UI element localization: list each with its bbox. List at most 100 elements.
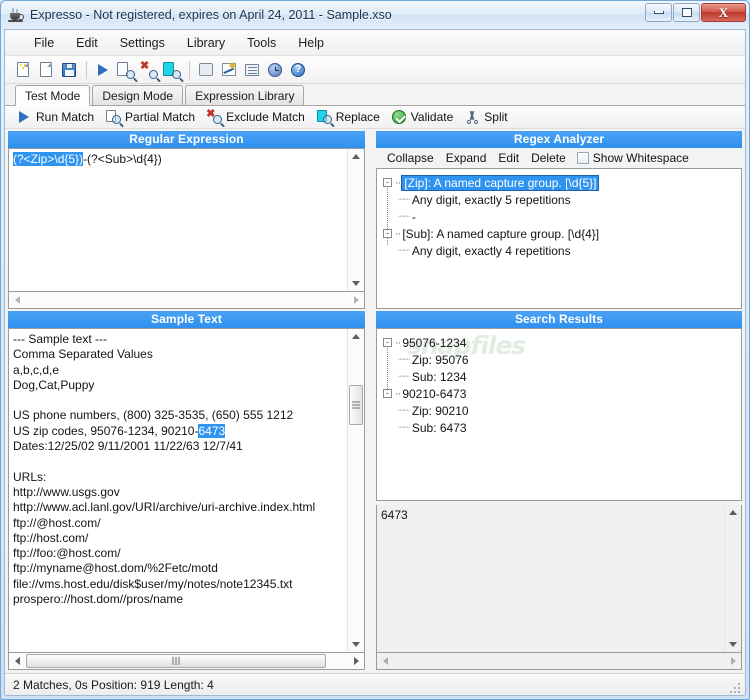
menu-tools[interactable]: Tools	[236, 33, 287, 53]
library-book-icon[interactable]	[195, 59, 217, 81]
result-group-2-zip[interactable]: ┈┈ Zip: 90210	[383, 402, 737, 419]
sample-hscroll-right-button[interactable]	[348, 654, 364, 669]
help-icon[interactable]: ?	[287, 59, 309, 81]
result-child-connector-3: ┈┈	[398, 405, 410, 417]
sample-scroll-down-button[interactable]	[348, 637, 364, 652]
tree-node-literal-label: -	[411, 209, 416, 224]
validate-button[interactable]: Validate	[388, 108, 459, 126]
sample-hscroll-left-button[interactable]	[9, 654, 25, 669]
tree-child-sub-label: Any digit, exactly 4 repetitions	[411, 243, 571, 258]
sample-text-input[interactable]: --- Sample text --- Comma Separated Valu…	[9, 329, 347, 652]
tree-child-zip-digits[interactable]: ┈┈ Any digit, exactly 5 repetitions	[383, 191, 737, 208]
result-match-2[interactable]: - ·· 90210-6473	[383, 385, 737, 402]
design-chart-icon[interactable]	[218, 59, 240, 81]
result-group-1-zip[interactable]: ┈┈ Zip: 95076	[383, 351, 737, 368]
new-document-icon[interactable]	[12, 59, 34, 81]
tree-node-literal-dash[interactable]: ┈┈ -	[383, 208, 737, 225]
delete-button[interactable]: Delete	[525, 150, 572, 166]
exclude-match-button[interactable]: ✖ Exclude Match	[203, 108, 311, 126]
result-child-connector-4: ┈┈	[398, 422, 410, 434]
regex-hscroll-right-button[interactable]	[348, 293, 364, 308]
sample-text-vertical-scrollbar[interactable]	[347, 329, 364, 652]
sample-scroll-up-button[interactable]	[348, 329, 364, 344]
open-document-icon[interactable]	[35, 59, 57, 81]
resize-grip-icon[interactable]	[730, 681, 742, 693]
result-group-1-sub[interactable]: ┈┈ Sub: 1234	[383, 368, 737, 385]
tab-expression-library[interactable]: Expression Library	[185, 85, 305, 105]
sample-text-title: Sample Text	[8, 311, 365, 328]
close-button[interactable]: X	[701, 3, 746, 22]
status-bar: 2 Matches, 0s Position: 919 Length: 4	[5, 673, 745, 695]
sample-text-hscroll-thumb[interactable]	[26, 654, 326, 668]
menu-settings[interactable]: Settings	[109, 33, 176, 53]
detail-scroll-up-button[interactable]	[725, 505, 741, 520]
regex-vertical-scrollbar[interactable]	[347, 149, 364, 291]
tree-child-connector-2: ┈┈	[398, 245, 410, 257]
run-match-icon[interactable]	[92, 59, 114, 81]
partial-match-button[interactable]: Partial Match	[102, 108, 201, 126]
history-clock-icon[interactable]	[264, 59, 286, 81]
edit-button[interactable]: Edit	[492, 150, 525, 166]
match-detail-body: 6473	[376, 505, 742, 653]
sample-text-scroll-thumb[interactable]	[349, 385, 363, 425]
minimize-button[interactable]	[645, 3, 672, 22]
sample-text-horizontal-scrollbar[interactable]	[8, 653, 365, 670]
replace-icon[interactable]	[161, 59, 183, 81]
search-results-panel: Search Results snapfiles - ·· 95076-1234	[376, 311, 742, 501]
tree-expander-zip[interactable]: -	[383, 178, 392, 187]
menu-edit[interactable]: Edit	[65, 33, 109, 53]
detail-scroll-down-button[interactable]	[725, 637, 741, 652]
analyzer-subtoolbar: Collapse Expand Edit Delete Show Whitesp…	[376, 148, 742, 168]
tab-design-mode[interactable]: Design Mode	[92, 85, 184, 105]
regex-horizontal-scrollbar[interactable]	[8, 292, 365, 309]
regex-rest-text: -(?<Sub>\d{4})	[83, 152, 162, 166]
tab-test-mode[interactable]: Test Mode	[15, 85, 91, 106]
match-detail-text[interactable]: 6473	[377, 505, 724, 652]
menu-bar: File Edit Settings Library Tools Help	[5, 30, 745, 56]
split-button[interactable]: Split	[461, 108, 513, 126]
result-expander-2[interactable]: -	[383, 389, 392, 398]
tree-expander-sub[interactable]: -	[383, 229, 392, 238]
menu-file[interactable]: File	[23, 33, 65, 53]
result-child-connector-2: ┈┈	[398, 371, 410, 383]
search-results-tree[interactable]: - ·· 95076-1234 ┈┈ Zip: 95076 ┈┈ Sub: 12…	[377, 329, 741, 500]
match-detail-horizontal-scrollbar[interactable]	[376, 653, 742, 670]
expand-button[interactable]: Expand	[440, 150, 493, 166]
partial-match-icon[interactable]	[115, 59, 137, 81]
tree-node-sub[interactable]: - ·· [Sub]: A named capture group. [\d{4…	[383, 225, 737, 242]
show-whitespace-checkbox[interactable]	[576, 152, 589, 164]
exclude-match-icon[interactable]: ✖	[138, 59, 160, 81]
replace-button[interactable]: Replace	[313, 108, 386, 126]
tree-child-sub-digits[interactable]: ┈┈ Any digit, exactly 4 repetitions	[383, 242, 737, 259]
main-split: Regular Expression (?<Zip>\d{5})-(?<Sub>…	[5, 129, 745, 673]
split-label: Split	[484, 110, 508, 124]
regex-hscroll-left-button[interactable]	[9, 293, 25, 308]
menu-help[interactable]: Help	[287, 33, 335, 53]
partial-match-icon	[105, 109, 122, 125]
regex-scroll-down-button[interactable]	[348, 276, 364, 291]
search-results-body: snapfiles - ·· 95076-1234 ┈┈ Zip: 95076	[376, 328, 742, 501]
tree-node-zip[interactable]: - ·· [Zip]: A named capture group. [\d{5…	[383, 174, 737, 191]
notes-icon[interactable]	[241, 59, 263, 81]
run-match-button[interactable]: Run Match	[13, 108, 100, 126]
regular-expression-body: (?<Zip>\d{5})-(?<Sub>\d{4})	[8, 148, 365, 292]
detail-hscroll-left-button[interactable]	[377, 654, 393, 669]
regex-analyzer-title: Regex Analyzer	[376, 131, 742, 148]
maximize-button[interactable]	[673, 3, 700, 22]
close-icon: X	[718, 5, 729, 20]
play-icon	[16, 109, 32, 125]
result-match-1[interactable]: - ·· 95076-1234	[383, 334, 737, 351]
regex-selected-text: (?<Zip>\d{5})	[13, 152, 84, 166]
result-group-2-sub[interactable]: ┈┈ Sub: 6473	[383, 419, 737, 436]
menu-library[interactable]: Library	[176, 33, 236, 53]
collapse-button[interactable]: Collapse	[381, 150, 440, 166]
result-expander-1[interactable]: -	[383, 338, 392, 347]
match-detail-vertical-scrollbar[interactable]	[724, 505, 741, 652]
sample-text-panel: Sample Text --- Sample text --- Comma Se…	[8, 311, 365, 670]
save-icon[interactable]	[58, 59, 80, 81]
regex-analyzer-tree[interactable]: - ·· [Zip]: A named capture group. [\d{5…	[377, 169, 741, 308]
regex-input[interactable]: (?<Zip>\d{5})-(?<Sub>\d{4})	[9, 149, 347, 291]
detail-hscroll-right-button[interactable]	[725, 654, 741, 669]
regex-scroll-up-button[interactable]	[348, 149, 364, 164]
title-bar: Expresso - Not registered, expires on Ap…	[1, 1, 749, 29]
